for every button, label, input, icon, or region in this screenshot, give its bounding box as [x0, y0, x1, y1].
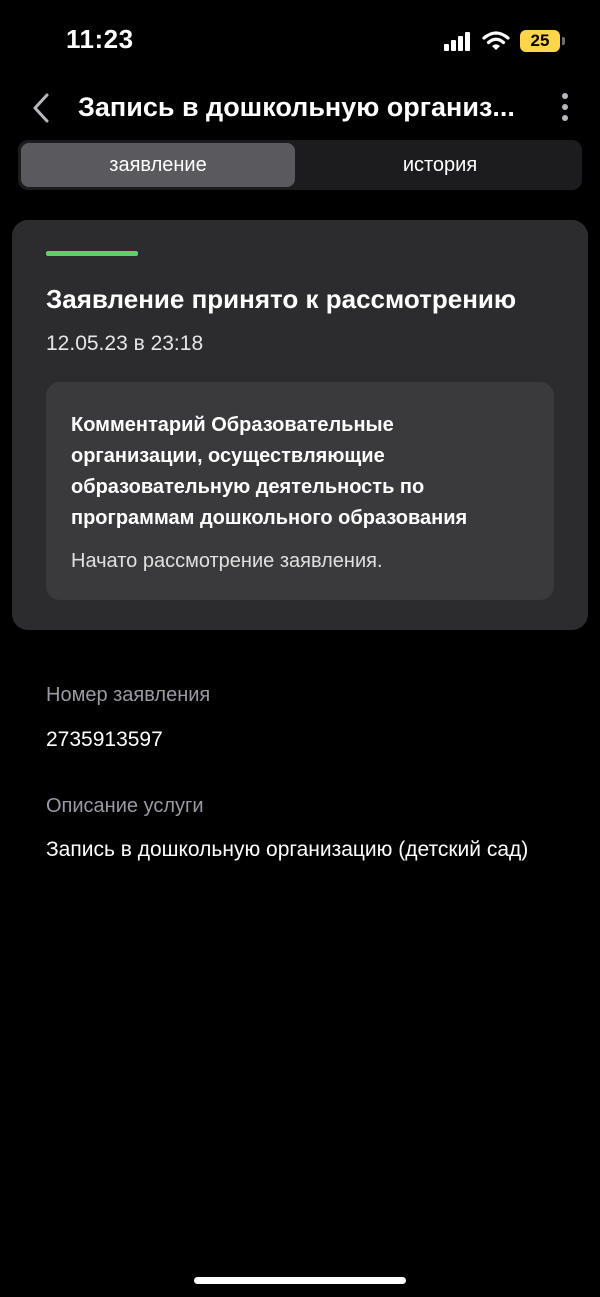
status-title: Заявление принято к рассмотрению — [46, 284, 517, 314]
status-indicator — [46, 251, 138, 256]
tab-application[interactable]: заявление — [21, 143, 295, 187]
chevron-left-icon[interactable] — [26, 90, 56, 126]
status-date: 12.05.23 в 23:18 — [46, 332, 204, 355]
battery-tip — [562, 37, 565, 45]
status-time: 11:23 — [66, 24, 134, 54]
header: Запись в дошкольную организ... — [0, 80, 600, 136]
wifi-icon — [482, 31, 510, 50]
status-icons: 25 — [444, 28, 565, 54]
application-number-label: Номер заявления — [46, 684, 211, 706]
status-card: Заявление принято к рассмотрению 12.05.2… — [12, 220, 588, 630]
signal-icon — [444, 32, 470, 51]
service-description-value: Запись в дошкольную организацию (детский… — [46, 838, 529, 861]
comment-title: Комментарий Образовательные организации,… — [71, 414, 468, 529]
page-title: Запись в дошкольную организ... — [78, 92, 515, 122]
more-vertical-icon[interactable] — [556, 90, 574, 126]
tab-history[interactable]: история — [303, 143, 577, 187]
comment-box: Комментарий Образовательные организации,… — [46, 382, 554, 600]
segmented-tabs: заявление история — [18, 140, 582, 190]
application-number-value: 2735913597 — [46, 728, 163, 751]
home-indicator[interactable] — [194, 1277, 406, 1284]
battery-level: 25 — [530, 31, 550, 50]
service-description-label: Описание услуги — [46, 795, 204, 817]
status-bar: 11:23 25 — [0, 0, 600, 80]
battery-icon: 25 — [520, 30, 565, 52]
comment-text: Начато рассмотрение заявления. — [71, 550, 383, 572]
